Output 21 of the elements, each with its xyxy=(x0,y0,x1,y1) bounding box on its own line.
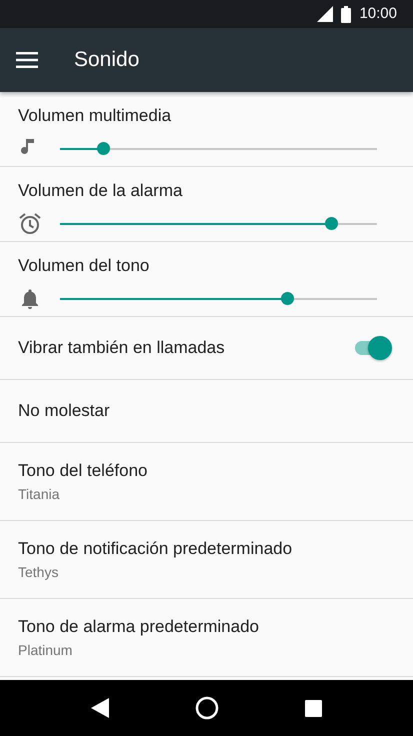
setting-label: Tono del teléfono xyxy=(18,460,148,482)
setting-label: No molestar xyxy=(18,400,111,422)
setting-label: Volumen del tono xyxy=(18,255,150,277)
setting-label: Tono de alarma predeterminado xyxy=(18,616,260,638)
setting-label: Volumen multimedia xyxy=(18,105,172,127)
setting-summary: Platinum xyxy=(18,640,74,660)
alarm-clock-icon xyxy=(18,212,42,236)
screen-title: Sonido xyxy=(74,47,140,74)
setting-label: Vibrar también en llamadas xyxy=(18,337,225,360)
battery-icon xyxy=(341,6,352,22)
recents-icon[interactable] xyxy=(305,700,322,716)
setting-summary: Tethys xyxy=(18,562,60,582)
setting-label: Volumen de la alarma xyxy=(18,180,184,202)
status-time: 10:00 xyxy=(359,4,397,24)
signal-icon xyxy=(317,6,334,22)
home-icon[interactable] xyxy=(195,696,219,720)
menu-icon[interactable] xyxy=(16,52,38,68)
setting-summary: Titania xyxy=(18,484,61,504)
setting-label: Tono de notificación predeterminado xyxy=(18,538,294,560)
toggle-switch[interactable] xyxy=(353,335,393,361)
back-icon[interactable] xyxy=(91,698,109,718)
